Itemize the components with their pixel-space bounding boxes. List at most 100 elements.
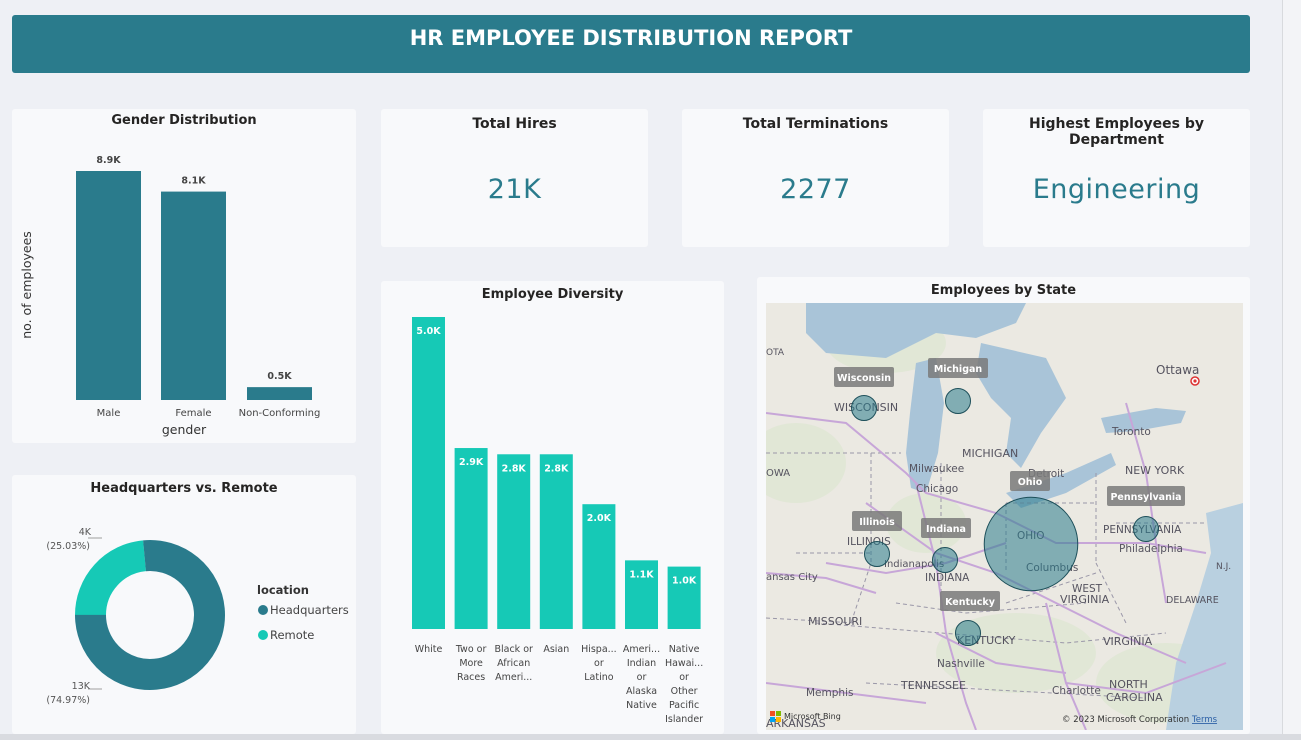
- state-label: Pennsylvania: [1110, 492, 1181, 503]
- diversity-tick-label: Black or: [494, 644, 533, 655]
- total-hires-card[interactable]: Total Hires 21K: [381, 109, 648, 247]
- bing-logo-square: [770, 717, 775, 722]
- map-place-label: VIRGINIA: [1060, 593, 1110, 606]
- total-terminations-card[interactable]: Total Terminations 2277: [682, 109, 949, 247]
- gender-data-label: 0.5K: [267, 371, 292, 382]
- legend-entry: Remote: [270, 628, 314, 642]
- diversity-bar: [412, 317, 445, 629]
- map-place-label: TENNESSEE: [900, 679, 966, 692]
- diversity-bar: [454, 448, 488, 629]
- top-department-value: Engineering: [1032, 174, 1201, 205]
- diversity-tick-label: Latino: [584, 672, 613, 683]
- diversity-tick-label: Other: [671, 686, 698, 697]
- map-place-label: N.J.: [1216, 562, 1231, 572]
- map-place-label: Chicago: [916, 483, 958, 495]
- gender-tick-label: Female: [175, 408, 211, 419]
- diversity-tick-label: Native: [669, 644, 700, 655]
- top-department-card[interactable]: Highest Employees by Department Engineer…: [983, 109, 1250, 247]
- headquarters-value-label: 13K: [72, 681, 91, 692]
- diversity-tick-label: More: [459, 658, 483, 669]
- map-place-label: Nashville: [937, 658, 985, 670]
- total-terminations-value: 2277: [780, 174, 851, 205]
- state-label: Kentucky: [945, 597, 996, 608]
- remote-percent-label: (25.03%): [46, 541, 90, 552]
- state-bubble: [932, 547, 958, 573]
- legend-marker: [258, 605, 268, 615]
- total-hires-title: Total Hires: [472, 116, 557, 132]
- diversity-bar: [497, 454, 531, 629]
- gender-x-axis-label: gender: [162, 422, 207, 437]
- ottawa-marker-dot: [1193, 379, 1197, 383]
- location-card[interactable]: Headquarters vs. Remote 4K (25.03%) 13K (74…: [12, 475, 356, 734]
- report-title: HR EMPLOYEE DISTRIBUTION REPORT: [409, 26, 853, 50]
- gender-data-label: 8.1K: [181, 176, 206, 187]
- map-place-label: MICHIGAN: [962, 447, 1018, 460]
- top-department-title: Highest Employees by Department: [1029, 116, 1204, 148]
- employee-diversity-card[interactable]: Employee Diversity 5.0K White 2.9K Two or Mo…: [381, 281, 724, 734]
- bing-logo-square: [776, 717, 781, 722]
- diversity-data-label: 1.1K: [629, 569, 654, 580]
- gender-bar: [76, 171, 141, 400]
- map-canvas[interactable]: OTAWISCONSINMICHIGANOttawaTorontoMilwauk…: [766, 303, 1243, 730]
- page-scroll-edge: [1282, 0, 1301, 740]
- legend-entry: Headquarters: [270, 603, 349, 617]
- diversity-tick-label: or: [637, 672, 647, 683]
- state-label: Michigan: [934, 364, 983, 375]
- state-bubble: [864, 541, 890, 567]
- gender-tick-label: Non-Conforming: [239, 408, 321, 419]
- state-bubble: [955, 620, 981, 646]
- map-place-label: DELAWARE: [1166, 595, 1219, 606]
- diversity-tick-label: Two or: [455, 644, 487, 655]
- legend-title: location: [257, 583, 309, 597]
- gender-bar-chart: 8.9K Male 8.1K Female 0.5K Non-Conforming gend…: [19, 155, 321, 437]
- headquarters-percent-label: (74.97%): [46, 695, 90, 706]
- diversity-tick-label: Asian: [543, 644, 569, 655]
- diversity-bar-chart: 5.0K White 2.9K Two or More Races 2.8K Black or…: [412, 317, 703, 725]
- diversity-data-label: 2.8K: [544, 463, 569, 474]
- gender-data-label: 8.9K: [96, 155, 121, 166]
- map-place-label: OWA: [766, 468, 790, 479]
- diversity-tick-label: Hispa...: [581, 644, 617, 655]
- diversity-tick-label: or: [594, 658, 604, 669]
- location-donut-chart: 4K (25.03%) 13K (74.97%) location Headquarter…: [46, 527, 349, 706]
- report-header: HR EMPLOYEE DISTRIBUTION REPORT: [12, 15, 1250, 73]
- diversity-tick-label: African: [497, 658, 530, 669]
- bing-logo-square: [770, 711, 775, 716]
- map-place-label: NEW YORK: [1125, 464, 1185, 477]
- diversity-data-label: 5.0K: [416, 326, 441, 337]
- bing-logo-square: [776, 711, 781, 716]
- diversity-tick-label: Alaska: [626, 686, 657, 697]
- gender-distribution-card[interactable]: Gender Distribution 8.9K Male 8.1K Female 0.…: [12, 109, 356, 443]
- map-title: Employees by State: [930, 283, 1077, 298]
- map-place-label: Philadelphia: [1119, 543, 1183, 555]
- diversity-data-label: 2.8K: [502, 463, 527, 474]
- map-place-label: Memphis: [806, 687, 853, 699]
- diversity-tick-label: Hawai...: [665, 658, 703, 669]
- map-terms-link[interactable]: Terms: [1191, 715, 1218, 725]
- diversity-tick-label: Islander: [665, 714, 703, 725]
- state-map[interactable]: OTAWISCONSINMICHIGANOttawaTorontoMilwauk…: [766, 303, 1243, 730]
- map-place-label: VIRGINIA: [1103, 635, 1153, 648]
- state-label: Indiana: [926, 524, 966, 535]
- state-label: Ohio: [1018, 477, 1043, 488]
- map-place-label: Ottawa: [1156, 363, 1199, 377]
- diversity-bar: [539, 454, 573, 629]
- map-place-label: Milwaukee: [909, 463, 964, 475]
- total-hires-value: 21K: [487, 174, 542, 205]
- diversity-tick-label: Races: [457, 672, 485, 683]
- diversity-tick-label: Indian: [627, 658, 656, 669]
- bing-label: Microsoft Bing: [784, 712, 841, 721]
- map-place-label: Charlotte: [1052, 685, 1101, 697]
- map-place-label: CAROLINA: [1106, 691, 1163, 704]
- diversity-data-label: 2.9K: [459, 457, 484, 468]
- remote-value-label: 4K: [79, 527, 92, 538]
- state-bubble: [945, 388, 971, 414]
- diversity-data-label: 2.0K: [587, 513, 612, 524]
- diversity-tick-label: Pacific: [669, 700, 699, 711]
- legend-marker: [258, 630, 268, 640]
- state-label: Wisconsin: [837, 373, 891, 384]
- diversity-data-label: 1.0K: [672, 576, 697, 587]
- state-bubble: [1133, 516, 1159, 542]
- map-place-label: MISSOURI: [808, 615, 862, 628]
- map-place-label: INDIANA: [925, 572, 970, 584]
